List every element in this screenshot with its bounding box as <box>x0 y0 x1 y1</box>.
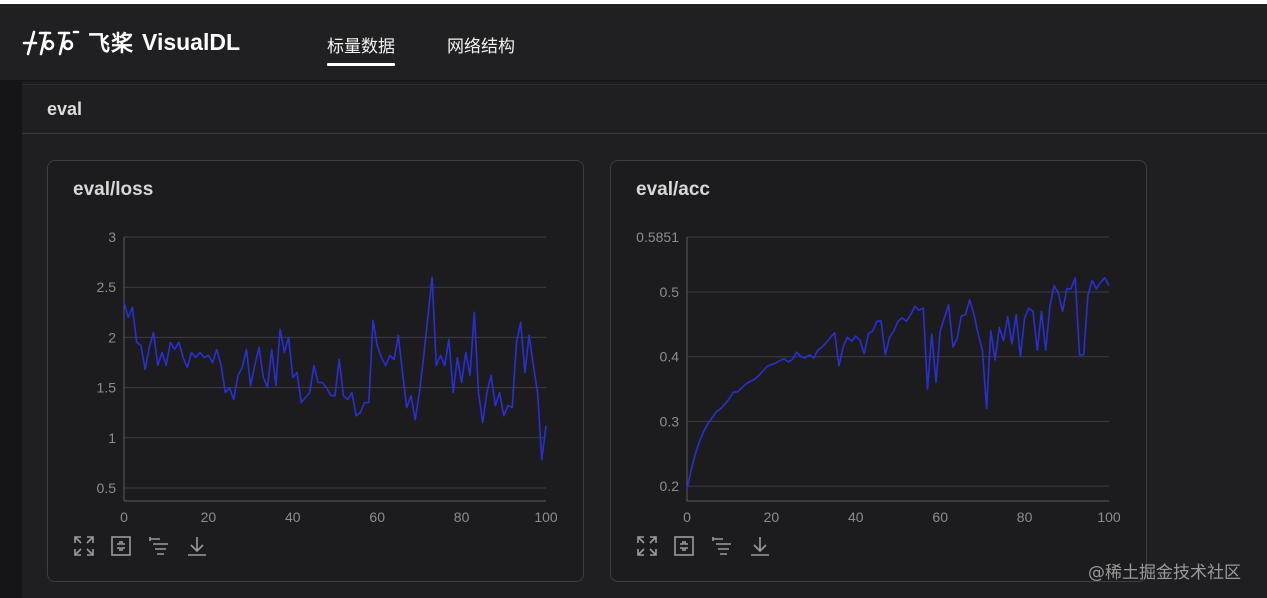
fullscreen-icon[interactable] <box>72 534 96 558</box>
y-tick-label: 0.5 <box>660 284 680 300</box>
watermark: @稀土掘金技术社区 <box>1088 563 1241 583</box>
y-tick-label: 0.2 <box>660 478 680 494</box>
x-tick-label: 80 <box>454 509 470 525</box>
chart-card-eval-loss: eval/loss 0.5 1 1.5 2 2.5 3 0 20 40 60 80 100 <box>47 160 584 582</box>
y-tick-label: 0.3 <box>660 413 680 429</box>
x-tick-label: 100 <box>534 509 558 525</box>
download-icon[interactable] <box>748 534 772 558</box>
brand-logo[interactable]: 飞桨 VisualDL <box>22 24 240 60</box>
section-title: eval <box>47 99 83 119</box>
y-tick-label: 0.4 <box>660 349 680 365</box>
download-icon[interactable] <box>185 534 209 558</box>
nav-tab-scalars[interactable]: 标量数据 <box>327 32 395 66</box>
paddle-logo-icon <box>22 30 80 56</box>
x-tick-label: 100 <box>1097 509 1121 525</box>
series-line <box>123 276 547 461</box>
y-tick-label: 0.5 <box>97 480 117 496</box>
filter-icon[interactable] <box>710 534 734 558</box>
nav-tab-graph[interactable]: 网络结构 <box>447 32 515 57</box>
acc-chart[interactable]: 0.2 0.3 0.4 0.5 0.5851 0 20 40 60 80 100 <box>611 161 1148 531</box>
y-tick-label: 1 <box>108 430 116 446</box>
y-tick-label: 2 <box>108 329 116 345</box>
x-tick-label: 80 <box>1017 509 1033 525</box>
fullscreen-icon[interactable] <box>635 534 659 558</box>
x-tick-label: 20 <box>201 509 217 525</box>
chart-card-eval-acc: eval/acc 0.2 0.3 0.4 0.5 0.5851 0 20 40 60 80 100 <box>610 160 1147 582</box>
x-tick-label: 40 <box>285 509 301 525</box>
y-tick-label: 2.5 <box>97 279 117 295</box>
restore-icon[interactable] <box>672 534 696 558</box>
y-tick-label: 3 <box>108 229 116 245</box>
series-line <box>686 277 1110 490</box>
x-tick-label: 20 <box>764 509 780 525</box>
x-tick-label: 0 <box>120 509 128 525</box>
x-tick-label: 0 <box>683 509 691 525</box>
brand-name-cn: 飞桨 <box>88 32 135 57</box>
x-tick-label: 40 <box>848 509 864 525</box>
section-header[interactable]: eval <box>22 85 1267 134</box>
loss-chart[interactable]: 0.5 1 1.5 2 2.5 3 0 20 40 60 80 100 <box>48 161 585 531</box>
tag-section-eval: eval eval/loss 0.5 1 1.5 2 2.5 3 0 20 40 60 80 100 … <box>22 84 1267 598</box>
restore-icon[interactable] <box>109 534 133 558</box>
sidebar-strip <box>0 81 22 598</box>
top-navbar: 飞桨 VisualDL 标量数据 网络结构 <box>0 4 1267 81</box>
filter-icon[interactable] <box>147 534 171 558</box>
y-tick-label: 0.5851 <box>636 229 679 245</box>
y-tick-label: 1.5 <box>97 380 117 396</box>
x-tick-label: 60 <box>369 509 385 525</box>
x-tick-label: 60 <box>932 509 948 525</box>
brand-name-en: VisualDL <box>142 28 241 55</box>
